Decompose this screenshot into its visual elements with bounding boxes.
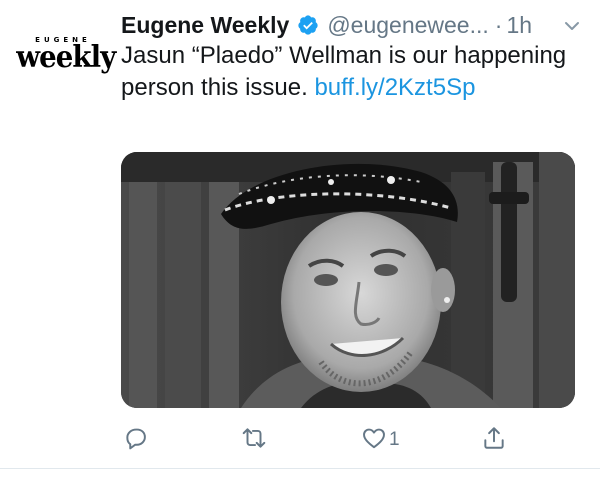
like-count: 1 — [389, 429, 400, 450]
heart-icon — [361, 425, 387, 456]
share-icon — [481, 425, 507, 456]
user-handle[interactable]: @eugenewee... — [327, 12, 488, 39]
chevron-down-icon[interactable] — [562, 16, 582, 36]
tweet-actions: 1 — [121, 422, 571, 458]
tweet-text: Jasun “Plaedo” Wellman is our happening … — [121, 40, 576, 104]
display-name[interactable]: Eugene Weekly — [121, 12, 289, 39]
retweet-button[interactable] — [241, 422, 269, 458]
reply-icon — [123, 425, 149, 456]
reply-button[interactable] — [123, 422, 151, 458]
retweet-icon — [241, 425, 267, 456]
timestamp[interactable]: 1h — [506, 12, 532, 39]
verified-badge-icon — [297, 14, 319, 36]
share-button[interactable] — [481, 422, 509, 458]
separator-dot: · — [494, 11, 503, 38]
photo-image — [121, 152, 575, 408]
like-button[interactable]: 1 — [361, 422, 400, 458]
tweet-link[interactable]: buff.ly/2Kzt5Sp — [314, 74, 475, 101]
avatar[interactable]: EUGENE weekly — [16, 36, 116, 80]
tweet-header: Eugene Weekly @eugenewee... · 1h — [121, 10, 582, 40]
avatar-logo-text: weekly — [16, 40, 116, 75]
tweet-photo[interactable] — [121, 152, 575, 408]
divider — [0, 468, 600, 469]
